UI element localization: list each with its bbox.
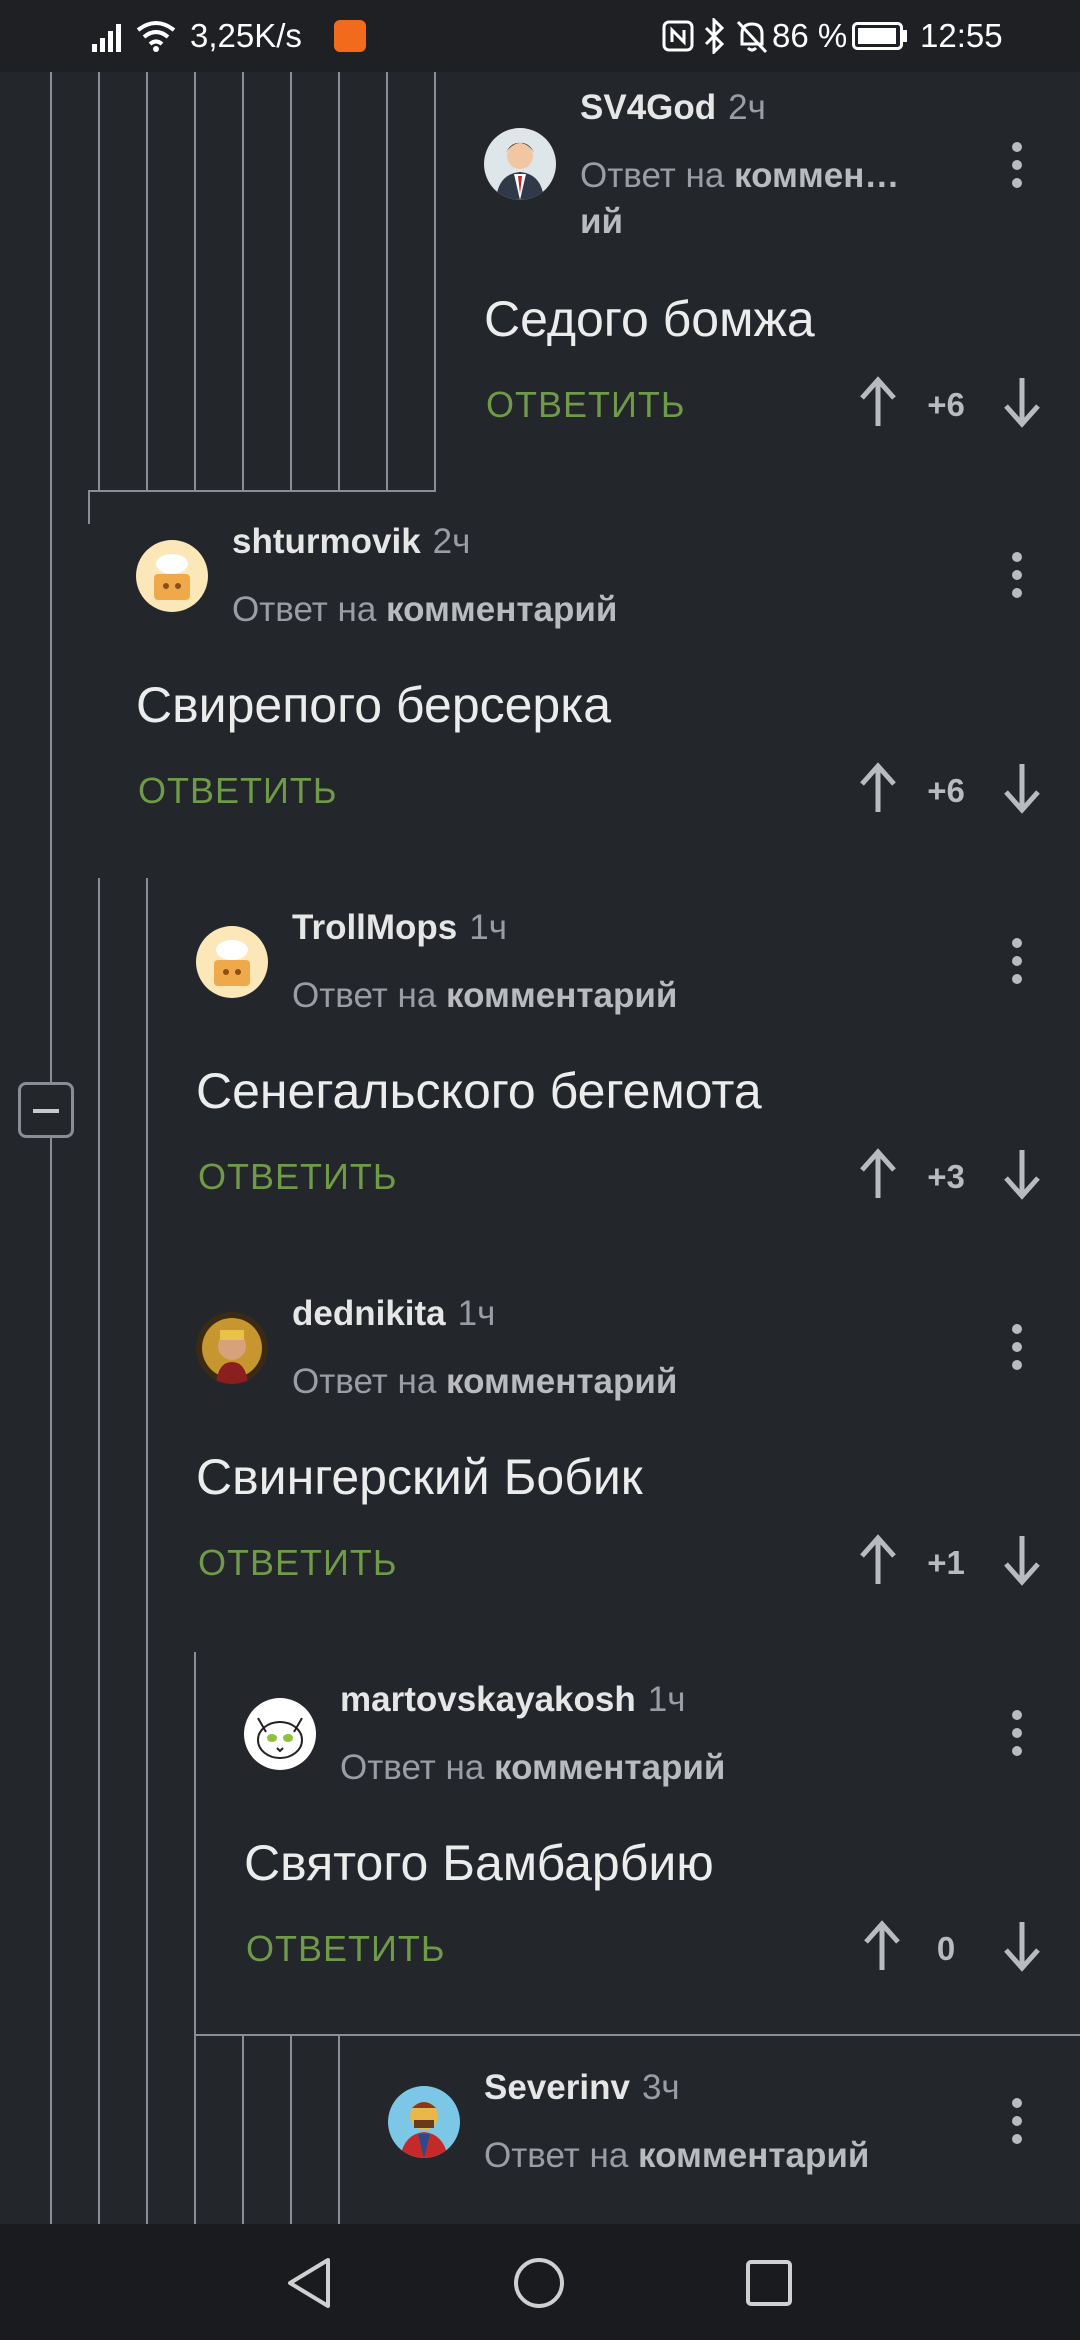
downvote-icon[interactable] <box>1000 376 1044 428</box>
battery-icon <box>852 22 907 50</box>
upvote-icon[interactable] <box>856 376 900 428</box>
reply-to-label[interactable]: Ответ на комментарий <box>340 1748 725 1788</box>
avatar[interactable] <box>196 926 268 998</box>
clock: 12:55 <box>920 17 1003 54</box>
back-icon[interactable] <box>284 2256 334 2310</box>
author-name[interactable]: shturmovik <box>232 522 421 561</box>
system-nav-bar <box>0 2224 1080 2340</box>
recents-icon[interactable] <box>744 2258 794 2308</box>
reply-to-label[interactable]: Ответ на комментарий <box>292 1362 677 1402</box>
nfc-icon <box>662 20 694 52</box>
author-name[interactable]: Severinv <box>484 2068 630 2107</box>
comment-time: 1ч <box>647 1680 686 1719</box>
downvote-icon[interactable] <box>1000 1534 1044 1586</box>
comment-text: Святого Бамбарбию <box>244 1835 714 1891</box>
reply-button[interactable]: ОТВЕТИТЬ <box>198 1542 398 1584</box>
reply-to-label[interactable]: Ответ на комментарий <box>232 590 617 630</box>
avatar[interactable] <box>388 2086 460 2158</box>
avatar[interactable] <box>196 1312 268 1384</box>
comment-time: 2ч <box>432 522 471 561</box>
status-bar: 3,25K/s 86 % 12:55 <box>0 0 1080 72</box>
author-name[interactable]: SV4God <box>580 88 716 127</box>
comment-time: 3ч <box>641 2068 680 2107</box>
more-options-icon[interactable] <box>1010 138 1024 194</box>
comment-text: Сенегальского бегемота <box>196 1063 762 1119</box>
upvote-icon[interactable] <box>856 1148 900 1200</box>
upvote-icon[interactable] <box>856 762 900 814</box>
avatar[interactable] <box>244 1698 316 1770</box>
comment-score: +6 <box>927 772 965 809</box>
reply-to-label[interactable]: Ответ на коммен… <box>580 156 899 196</box>
comment-score: +3 <box>927 1158 965 1195</box>
mi-app-icon <box>334 20 366 52</box>
more-options-icon[interactable] <box>1010 1706 1024 1762</box>
mute-bell-icon <box>736 20 768 54</box>
more-options-icon[interactable] <box>1010 548 1024 604</box>
reply-button[interactable]: ОТВЕТИТЬ <box>486 384 686 426</box>
comment-text: Седого бомжа <box>484 291 815 347</box>
comment-text: Свингерский Бобик <box>196 1449 643 1505</box>
comment-score: 0 <box>936 1930 956 1967</box>
downvote-icon[interactable] <box>1000 1148 1044 1200</box>
comment-time: 1ч <box>457 1294 496 1333</box>
downvote-icon[interactable] <box>1000 762 1044 814</box>
more-options-icon[interactable] <box>1010 1320 1024 1376</box>
comment-score: +1 <box>927 1544 965 1581</box>
collapse-thread-button[interactable] <box>18 1082 74 1138</box>
more-options-icon[interactable] <box>1010 2094 1024 2150</box>
upvote-icon[interactable] <box>860 1920 904 1972</box>
net-speed: 3,25K/s <box>190 17 302 54</box>
reply-button[interactable]: ОТВЕТИТЬ <box>198 1156 398 1198</box>
reply-to-label[interactable]: Ответ на комментарий <box>484 2136 869 2176</box>
downvote-icon[interactable] <box>1000 1920 1044 1972</box>
author-name[interactable]: TrollMops <box>292 908 457 947</box>
signal-icon <box>92 24 121 52</box>
bluetooth-icon <box>704 18 725 54</box>
comment-score: +6 <box>927 386 965 423</box>
author-name[interactable]: martovskayakosh <box>340 1680 636 1719</box>
battery-percent: 86 % <box>772 17 848 54</box>
comment-time: 2ч <box>728 88 766 127</box>
author-name[interactable]: dednikita <box>292 1294 446 1333</box>
avatar[interactable] <box>136 540 208 612</box>
avatar[interactable] <box>484 128 556 200</box>
reply-to-label[interactable]: Ответ на комментарий <box>292 976 677 1016</box>
home-icon[interactable] <box>512 2256 566 2310</box>
wifi-icon <box>136 21 176 52</box>
upvote-icon[interactable] <box>856 1534 900 1586</box>
more-options-icon[interactable] <box>1010 934 1024 990</box>
reply-button[interactable]: ОТВЕТИТЬ <box>138 770 338 812</box>
comment-text: Свирепого берсерка <box>136 677 612 733</box>
reply-to-label-continued[interactable]: ий <box>580 202 623 242</box>
comment-time: 1ч <box>469 908 507 947</box>
reply-button[interactable]: ОТВЕТИТЬ <box>246 1928 446 1970</box>
